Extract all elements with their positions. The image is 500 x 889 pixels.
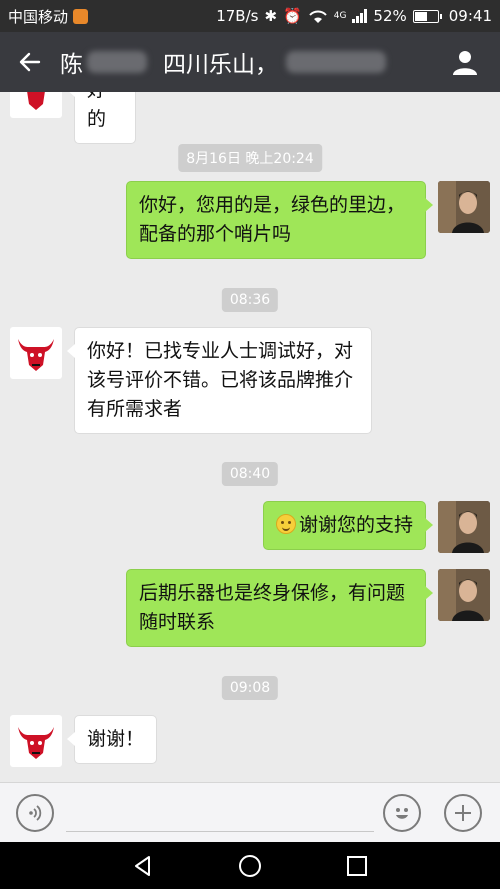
chat-header: 陈 四川乐山， [0, 32, 500, 92]
chat-area[interactable]: 好的 8月16日 晚上20:24 你好，您用的是，绿色的里边，配备的那个哨片吗 … [0, 92, 500, 782]
contact-avatar[interactable] [10, 327, 62, 379]
voice-button[interactable] [16, 794, 54, 832]
message-text: 谢谢您的支持 [298, 514, 413, 536]
contact-avatar[interactable] [10, 715, 62, 767]
user-photo-icon [438, 501, 490, 553]
status-bar: 中国移动 17B/s ✱ ⏰ 4G 52% 09:41 [0, 0, 500, 32]
message-bubble[interactable]: 好的 [67, 92, 136, 144]
message-text: 后期乐器也是终身保修，有问题随时联系 [139, 582, 406, 633]
network-type: 4G [333, 11, 347, 21]
emoji-icon [396, 808, 408, 819]
signal-icon [352, 9, 368, 23]
message-text: 好的 [87, 92, 107, 130]
bull-logo-icon [18, 339, 54, 371]
back-button[interactable] [0, 32, 60, 92]
carrier-name: 中国移动 [8, 7, 69, 26]
status-right: 17B/s ✱ ⏰ 4G 52% 09:41 [216, 7, 492, 25]
back-arrow-icon [19, 52, 41, 72]
timestamp: 8月16日 晚上20:24 [178, 144, 322, 172]
more-button[interactable] [444, 794, 482, 832]
emoji-button[interactable] [383, 794, 421, 832]
bull-logo-icon [27, 92, 45, 110]
my-avatar[interactable] [438, 501, 490, 553]
bluetooth-icon: ✱ [264, 7, 278, 25]
person-icon [453, 51, 477, 75]
system-nav-bar [0, 842, 500, 889]
title-name: 陈 [60, 52, 83, 78]
message-row-incoming: 谢谢！ [10, 715, 158, 767]
title-location: 四川乐山， [163, 52, 278, 78]
nav-recents-icon[interactable] [346, 855, 368, 877]
contact-avatar[interactable] [10, 92, 62, 118]
message-input[interactable] [66, 831, 374, 832]
message-bubble[interactable]: 谢谢您的支持 [262, 501, 434, 550]
timestamp: 09:08 [221, 676, 279, 700]
user-photo-icon [438, 181, 490, 233]
message-row-outgoing: 你好，您用的是，绿色的里边，配备的那个哨片吗 [126, 181, 490, 259]
message-bubble[interactable]: 谢谢！ [66, 715, 158, 764]
message-bubble[interactable]: 你好，您用的是，绿色的里边，配备的那个哨片吗 [126, 181, 433, 259]
battery-percent: 52% [373, 7, 407, 25]
message-bubble[interactable]: 后期乐器也是终身保修，有问题随时联系 [126, 569, 433, 647]
message-row-outgoing: 后期乐器也是终身保修，有问题随时联系 [126, 569, 490, 647]
profile-button[interactable] [430, 32, 500, 92]
battery-icon [412, 9, 442, 23]
smile-emoji-icon [275, 514, 296, 534]
message-row-incoming: 你好！已找专业人士调试好，对该号评价不错。已将该品牌推介有所需求者 [10, 327, 372, 434]
plus-icon [455, 805, 471, 821]
my-avatar[interactable] [438, 181, 490, 233]
alarm-icon: ⏰ [283, 7, 302, 25]
message-row-outgoing: 谢谢您的支持 [262, 501, 490, 553]
redacted-name [87, 51, 147, 73]
timestamp: 08:40 [221, 462, 279, 486]
notification-icon [73, 8, 89, 24]
message-text: 你好！已找专业人士调试好，对该号评价不错。已将该品牌推介有所需求者 [87, 340, 354, 420]
my-avatar[interactable] [438, 569, 490, 621]
message-row-partial: 好的 [10, 92, 136, 144]
timestamp: 08:36 [221, 288, 279, 312]
voice-icon [29, 805, 42, 821]
clock: 09:41 [448, 7, 492, 25]
message-text: 谢谢！ [87, 728, 145, 750]
chat-title: 陈 四川乐山， [60, 45, 430, 79]
redacted-info [286, 51, 386, 73]
message-bubble[interactable]: 你好！已找专业人士调试好，对该号评价不错。已将该品牌推介有所需求者 [67, 327, 372, 434]
user-photo-icon [438, 569, 490, 621]
input-bar [0, 782, 500, 842]
carrier-area: 中国移动 [8, 6, 89, 27]
bull-logo-icon [18, 727, 54, 759]
network-speed: 17B/s [216, 7, 259, 25]
wifi-icon [308, 10, 327, 23]
nav-home-icon[interactable] [238, 854, 262, 878]
message-text: 你好，您用的是，绿色的里边，配备的那个哨片吗 [139, 194, 406, 245]
nav-back-icon[interactable] [132, 855, 154, 877]
